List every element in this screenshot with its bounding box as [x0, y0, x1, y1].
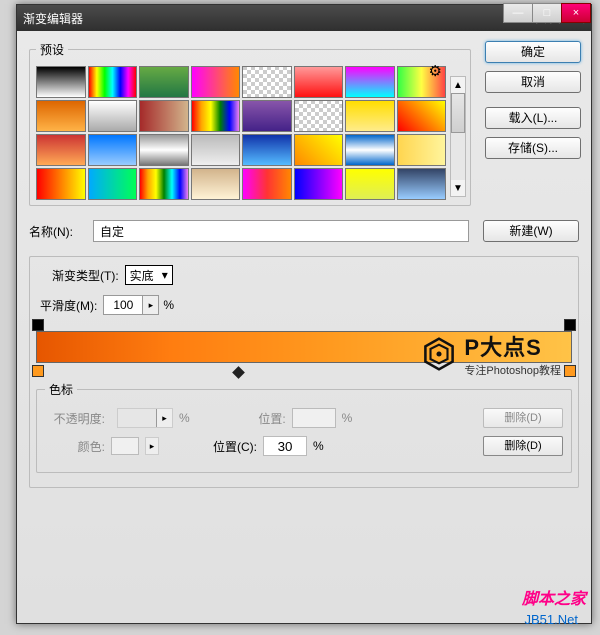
- preset-swatch[interactable]: [88, 134, 138, 166]
- preset-swatch[interactable]: [191, 168, 241, 200]
- preset-swatch[interactable]: [397, 134, 447, 166]
- preset-swatch[interactable]: [397, 100, 447, 132]
- preset-swatch[interactable]: [88, 100, 138, 132]
- opacity-pos-pct: %: [342, 411, 353, 425]
- new-button[interactable]: 新建(W): [483, 220, 579, 242]
- preset-swatch[interactable]: [139, 100, 189, 132]
- close-button[interactable]: ×: [561, 3, 591, 23]
- ok-button[interactable]: 确定: [485, 41, 581, 63]
- preset-swatch[interactable]: [191, 66, 241, 98]
- stops-legend: 色标: [45, 381, 77, 398]
- preset-swatch[interactable]: [139, 66, 189, 98]
- smoothness-input[interactable]: [104, 296, 142, 314]
- color-pos-label: 位置(C):: [201, 438, 257, 455]
- percent-label: %: [163, 298, 174, 312]
- gear-icon[interactable]: ⚙: [429, 62, 442, 80]
- scroll-thumb[interactable]: [451, 93, 465, 133]
- presets-legend: 预设: [36, 41, 68, 58]
- dialog-content: 预设 ⚙ ▲ ▼ 确定 取消 载入(L)... 存储(S)...: [17, 31, 591, 623]
- opacity-input: [118, 409, 156, 427]
- presets-scrollbar[interactable]: ▲ ▼: [450, 76, 466, 197]
- midpoint-diamond[interactable]: [232, 366, 245, 379]
- opacity-stepper: ▸: [117, 408, 173, 428]
- name-input[interactable]: [93, 220, 469, 242]
- scroll-up-icon[interactable]: ▲: [451, 77, 465, 93]
- preset-swatch[interactable]: [345, 168, 395, 200]
- opacity-label: 不透明度:: [45, 410, 105, 427]
- preset-swatch[interactable]: [36, 66, 86, 98]
- preset-swatch[interactable]: [139, 168, 189, 200]
- gradient-type-select[interactable]: 实底: [125, 265, 173, 285]
- preset-swatch[interactable]: [36, 168, 86, 200]
- save-button[interactable]: 存储(S)...: [485, 137, 581, 159]
- opacity-pos-label: 位置:: [226, 410, 286, 427]
- preset-swatch[interactable]: [88, 66, 138, 98]
- preset-swatch[interactable]: [36, 134, 86, 166]
- color-stop-left[interactable]: [32, 365, 44, 377]
- color-pos-input[interactable]: [263, 436, 307, 456]
- load-button[interactable]: 载入(L)...: [485, 107, 581, 129]
- color-stop-right[interactable]: [564, 365, 576, 377]
- cancel-button[interactable]: 取消: [485, 71, 581, 93]
- opacity-pos-input: [292, 408, 336, 428]
- color-stop-row: 颜色: ▸ 位置(C): % 删除(D): [45, 436, 563, 456]
- scroll-down-icon[interactable]: ▼: [451, 180, 465, 196]
- color-swatch: [111, 437, 139, 455]
- smoothness-stepper[interactable]: ▸: [103, 295, 159, 315]
- opacity-stop-row: 不透明度: ▸ % 位置: % 删除(D): [45, 408, 563, 428]
- color-pos-pct: %: [313, 439, 324, 453]
- gradient-editor-window: 渐变编辑器 思缘设计论坛 — □ × 预设 ⚙ ▲ ▼: [16, 4, 592, 624]
- preset-swatch[interactable]: [242, 134, 292, 166]
- hexagon-logo-icon: [422, 337, 456, 371]
- presets-fieldset: 预设 ⚙ ▲ ▼: [29, 41, 471, 206]
- smoothness-label: 平滑度(M):: [40, 297, 97, 314]
- window-title: 渐变编辑器: [23, 10, 83, 27]
- preset-swatch[interactable]: [345, 66, 395, 98]
- preset-swatch[interactable]: [345, 134, 395, 166]
- preset-swatch[interactable]: [397, 168, 447, 200]
- color-label: 颜色:: [45, 438, 105, 455]
- opacity-delete-button: 删除(D): [483, 408, 563, 428]
- chevron-right-icon: ▸: [156, 409, 172, 427]
- preset-swatch[interactable]: [294, 100, 344, 132]
- maximize-button[interactable]: □: [532, 3, 562, 23]
- gradient-type-value: 实底: [130, 267, 154, 284]
- stops-fieldset: 色标 不透明度: ▸ % 位置: % 删除(D) 颜色: ▸: [36, 381, 572, 473]
- chevron-right-icon[interactable]: ▸: [142, 296, 158, 314]
- opacity-stop-left[interactable]: [32, 319, 44, 331]
- chevron-right-icon: ▸: [145, 437, 159, 455]
- preset-swatch[interactable]: [36, 100, 86, 132]
- logo-subtext: 专注Photoshop教程: [464, 362, 561, 378]
- preset-swatch[interactable]: [294, 66, 344, 98]
- watermark-logo: P大点S 专注Photoshop教程: [422, 330, 561, 378]
- preset-swatch[interactable]: [294, 168, 344, 200]
- preset-swatch[interactable]: [345, 100, 395, 132]
- titlebar[interactable]: 渐变编辑器 思缘设计论坛 — □ ×: [17, 5, 591, 31]
- preset-swatch[interactable]: [294, 134, 344, 166]
- name-label: 名称(N):: [29, 223, 93, 240]
- preset-swatch[interactable]: [191, 100, 241, 132]
- opacity-pct: %: [179, 411, 190, 425]
- scroll-track[interactable]: [451, 93, 465, 180]
- preset-swatch[interactable]: [88, 168, 138, 200]
- logo-text: P大点S: [464, 330, 561, 362]
- preset-swatch[interactable]: [139, 134, 189, 166]
- color-delete-button[interactable]: 删除(D): [483, 436, 563, 456]
- preset-grid: [36, 66, 446, 200]
- preset-swatch[interactable]: [242, 168, 292, 200]
- minimize-button[interactable]: —: [503, 3, 533, 23]
- watermark-blue: JB51.Net: [525, 612, 578, 627]
- preset-swatch[interactable]: [242, 100, 292, 132]
- watermark-red: 脚本之家: [522, 585, 586, 609]
- window-buttons: — □ ×: [504, 3, 591, 23]
- preset-swatch[interactable]: [191, 134, 241, 166]
- gradient-type-label: 渐变类型(T):: [52, 267, 119, 284]
- preset-swatch[interactable]: [242, 66, 292, 98]
- opacity-stop-right[interactable]: [564, 319, 576, 331]
